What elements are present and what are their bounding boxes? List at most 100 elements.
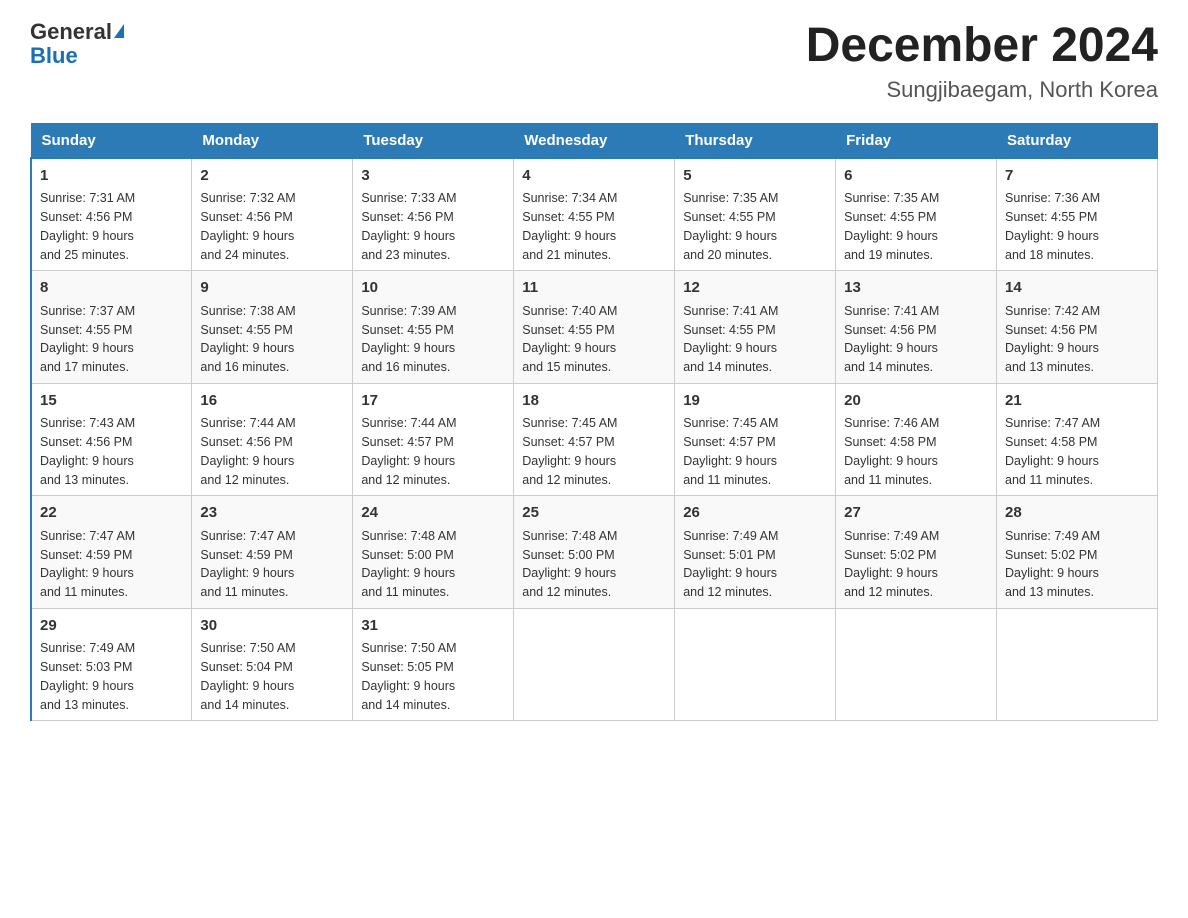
day-info: Sunrise: 7:48 AM Sunset: 5:00 PM Dayligh…	[522, 527, 666, 602]
calendar-week-row: 8Sunrise: 7:37 AM Sunset: 4:55 PM Daylig…	[31, 271, 1158, 384]
day-info: Sunrise: 7:49 AM Sunset: 5:03 PM Dayligh…	[40, 639, 183, 714]
day-info: Sunrise: 7:50 AM Sunset: 5:05 PM Dayligh…	[361, 639, 505, 714]
day-number: 19	[683, 390, 827, 413]
calendar-cell: 10Sunrise: 7:39 AM Sunset: 4:55 PM Dayli…	[353, 271, 514, 384]
day-info: Sunrise: 7:35 AM Sunset: 4:55 PM Dayligh…	[844, 189, 988, 264]
day-number: 3	[361, 165, 505, 188]
day-number: 12	[683, 277, 827, 300]
day-info: Sunrise: 7:46 AM Sunset: 4:58 PM Dayligh…	[844, 414, 988, 489]
column-header-sunday: Sunday	[31, 123, 192, 158]
calendar-cell: 3Sunrise: 7:33 AM Sunset: 4:56 PM Daylig…	[353, 158, 514, 271]
day-number: 5	[683, 165, 827, 188]
column-header-monday: Monday	[192, 123, 353, 158]
page-header: General Blue December 2024 Sungjibaegam,…	[30, 20, 1158, 103]
day-number: 10	[361, 277, 505, 300]
day-info: Sunrise: 7:44 AM Sunset: 4:56 PM Dayligh…	[200, 414, 344, 489]
calendar-cell: 23Sunrise: 7:47 AM Sunset: 4:59 PM Dayli…	[192, 496, 353, 609]
calendar-cell: 21Sunrise: 7:47 AM Sunset: 4:58 PM Dayli…	[997, 383, 1158, 496]
day-number: 25	[522, 502, 666, 525]
column-header-tuesday: Tuesday	[353, 123, 514, 158]
day-number: 24	[361, 502, 505, 525]
day-info: Sunrise: 7:44 AM Sunset: 4:57 PM Dayligh…	[361, 414, 505, 489]
day-info: Sunrise: 7:31 AM Sunset: 4:56 PM Dayligh…	[40, 189, 183, 264]
calendar-cell: 14Sunrise: 7:42 AM Sunset: 4:56 PM Dayli…	[997, 271, 1158, 384]
day-number: 13	[844, 277, 988, 300]
day-info: Sunrise: 7:41 AM Sunset: 4:55 PM Dayligh…	[683, 302, 827, 377]
calendar-cell: 26Sunrise: 7:49 AM Sunset: 5:01 PM Dayli…	[675, 496, 836, 609]
calendar-cell: 7Sunrise: 7:36 AM Sunset: 4:55 PM Daylig…	[997, 158, 1158, 271]
day-number: 2	[200, 165, 344, 188]
day-number: 26	[683, 502, 827, 525]
calendar-cell	[675, 608, 836, 721]
calendar-cell: 13Sunrise: 7:41 AM Sunset: 4:56 PM Dayli…	[836, 271, 997, 384]
calendar-cell: 15Sunrise: 7:43 AM Sunset: 4:56 PM Dayli…	[31, 383, 192, 496]
day-info: Sunrise: 7:37 AM Sunset: 4:55 PM Dayligh…	[40, 302, 183, 377]
logo: General Blue	[30, 20, 124, 68]
logo-top-row: General	[30, 20, 124, 44]
day-number: 1	[40, 165, 183, 188]
calendar-week-row: 22 Sunrise: 7:47 AM Sunset: 4:59 PM Dayli…	[31, 496, 1158, 609]
day-info: Sunrise: 7:45 AM Sunset: 4:57 PM Dayligh…	[522, 414, 666, 489]
day-info: Sunrise: 7:47 AM Sunset: 4:58 PM Dayligh…	[1005, 414, 1149, 489]
day-number: 16	[200, 390, 344, 413]
day-info: Sunrise: 7:38 AM Sunset: 4:55 PM Dayligh…	[200, 302, 344, 377]
day-info: Sunrise: 7:43 AM Sunset: 4:56 PM Dayligh…	[40, 414, 183, 489]
calendar-cell	[997, 608, 1158, 721]
calendar-cell	[836, 608, 997, 721]
day-number: 29	[40, 615, 183, 638]
calendar-cell: 1Sunrise: 7:31 AM Sunset: 4:56 PM Daylig…	[31, 158, 192, 271]
day-number: 31	[361, 615, 505, 638]
calendar-cell: 20Sunrise: 7:46 AM Sunset: 4:58 PM Dayli…	[836, 383, 997, 496]
calendar-cell: 28Sunrise: 7:49 AM Sunset: 5:02 PM Dayli…	[997, 496, 1158, 609]
calendar-week-row: 15Sunrise: 7:43 AM Sunset: 4:56 PM Dayli…	[31, 383, 1158, 496]
calendar-cell: 8Sunrise: 7:37 AM Sunset: 4:55 PM Daylig…	[31, 271, 192, 384]
day-number: 27	[844, 502, 988, 525]
calendar-cell: 19Sunrise: 7:45 AM Sunset: 4:57 PM Dayli…	[675, 383, 836, 496]
day-info: Sunrise: 7:49 AM Sunset: 5:02 PM Dayligh…	[844, 527, 988, 602]
day-info: Sunrise: 7:32 AM Sunset: 4:56 PM Dayligh…	[200, 189, 344, 264]
day-info: Sunrise: 7:39 AM Sunset: 4:55 PM Dayligh…	[361, 302, 505, 377]
calendar-cell: 12Sunrise: 7:41 AM Sunset: 4:55 PM Dayli…	[675, 271, 836, 384]
day-number: 14	[1005, 277, 1149, 300]
day-number: 21	[1005, 390, 1149, 413]
title-area: December 2024 Sungjibaegam, North Korea	[806, 20, 1158, 103]
day-number: 28	[1005, 502, 1149, 525]
day-number: 22	[40, 502, 183, 525]
calendar-cell	[514, 608, 675, 721]
day-number: 7	[1005, 165, 1149, 188]
calendar-cell: 5Sunrise: 7:35 AM Sunset: 4:55 PM Daylig…	[675, 158, 836, 271]
calendar-cell: 17Sunrise: 7:44 AM Sunset: 4:57 PM Dayli…	[353, 383, 514, 496]
day-number: 15	[40, 390, 183, 413]
day-info: Sunrise: 7:47 AM Sunset: 4:59 PM Dayligh…	[200, 527, 344, 602]
column-header-wednesday: Wednesday	[514, 123, 675, 158]
day-number: 6	[844, 165, 988, 188]
day-info: Sunrise: 7:35 AM Sunset: 4:55 PM Dayligh…	[683, 189, 827, 264]
column-header-friday: Friday	[836, 123, 997, 158]
calendar-cell: 2Sunrise: 7:32 AM Sunset: 4:56 PM Daylig…	[192, 158, 353, 271]
day-info: Sunrise: 7:33 AM Sunset: 4:56 PM Dayligh…	[361, 189, 505, 264]
day-number: 17	[361, 390, 505, 413]
calendar-table: SundayMondayTuesdayWednesdayThursdayFrid…	[30, 123, 1158, 722]
day-info: Sunrise: 7:50 AM Sunset: 5:04 PM Dayligh…	[200, 639, 344, 714]
day-number: 11	[522, 277, 666, 300]
month-title: December 2024	[806, 20, 1158, 73]
calendar-cell: 4Sunrise: 7:34 AM Sunset: 4:55 PM Daylig…	[514, 158, 675, 271]
day-info: Sunrise: 7:49 AM Sunset: 5:01 PM Dayligh…	[683, 527, 827, 602]
day-info: Sunrise: 7:34 AM Sunset: 4:55 PM Dayligh…	[522, 189, 666, 264]
calendar-cell: 30Sunrise: 7:50 AM Sunset: 5:04 PM Dayli…	[192, 608, 353, 721]
calendar-cell: 27Sunrise: 7:49 AM Sunset: 5:02 PM Dayli…	[836, 496, 997, 609]
column-header-thursday: Thursday	[675, 123, 836, 158]
location-title: Sungjibaegam, North Korea	[806, 77, 1158, 103]
calendar-cell: 6Sunrise: 7:35 AM Sunset: 4:55 PM Daylig…	[836, 158, 997, 271]
day-info: Sunrise: 7:42 AM Sunset: 4:56 PM Dayligh…	[1005, 302, 1149, 377]
calendar-week-row: 1Sunrise: 7:31 AM Sunset: 4:56 PM Daylig…	[31, 158, 1158, 271]
calendar-cell: 24Sunrise: 7:48 AM Sunset: 5:00 PM Dayli…	[353, 496, 514, 609]
day-info: Sunrise: 7:41 AM Sunset: 4:56 PM Dayligh…	[844, 302, 988, 377]
day-number: 20	[844, 390, 988, 413]
logo-blue-text: Blue	[30, 44, 124, 68]
day-number: 8	[40, 277, 183, 300]
day-info: Sunrise: 7:40 AM Sunset: 4:55 PM Dayligh…	[522, 302, 666, 377]
calendar-cell: 29Sunrise: 7:49 AM Sunset: 5:03 PM Dayli…	[31, 608, 192, 721]
calendar-cell: 18Sunrise: 7:45 AM Sunset: 4:57 PM Dayli…	[514, 383, 675, 496]
day-info: Sunrise: 7:49 AM Sunset: 5:02 PM Dayligh…	[1005, 527, 1149, 602]
